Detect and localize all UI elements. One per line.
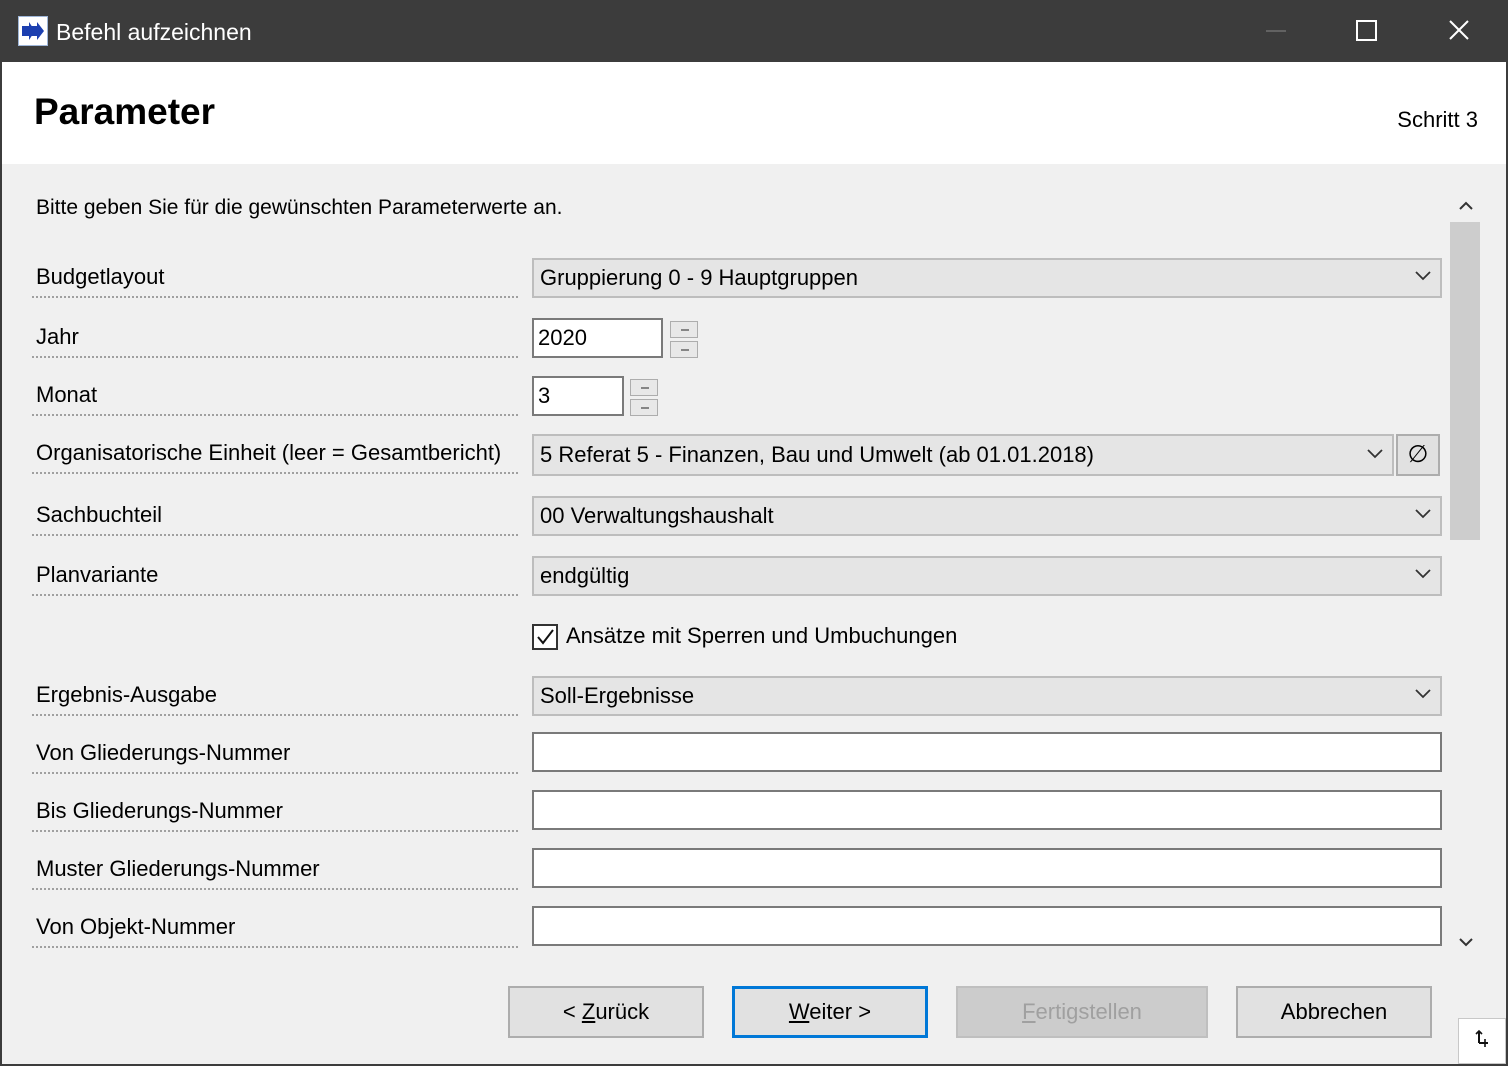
maximize-button[interactable] <box>1320 0 1412 62</box>
von-objekt-label: Von Objekt-Nummer <box>32 908 518 948</box>
next-button[interactable]: Weiter > <box>732 986 928 1038</box>
scroll-down-button[interactable] <box>1450 926 1482 960</box>
org-einheit-clear-button[interactable]: ∅ <box>1396 434 1440 476</box>
pin-icon <box>1475 1029 1488 1047</box>
close-button[interactable] <box>1412 0 1504 62</box>
ansaetze-checkbox[interactable] <box>532 624 558 650</box>
monat-label: Monat <box>32 376 518 416</box>
scrollbar-thumb[interactable] <box>1450 222 1480 540</box>
ansaetze-checkbox-label[interactable]: Ansätze mit Sperren und Umbuchungen <box>566 622 957 650</box>
title-bar: Befehl aufzeichnen <box>0 0 1508 62</box>
window-border-left <box>0 62 2 1066</box>
jahr-spin-down[interactable] <box>670 341 698 358</box>
planvariante-dropdown[interactable]: endgültig <box>532 556 1442 596</box>
budgetlayout-label: Budgetlayout <box>32 258 518 298</box>
monat-spin-down[interactable] <box>630 399 658 416</box>
von-gliederung-input[interactable] <box>532 732 1442 772</box>
chevron-down-icon <box>1415 271 1431 281</box>
maximize-icon <box>1356 20 1377 41</box>
chevron-down-icon <box>1459 938 1473 947</box>
window-title: Befehl aufzeichnen <box>56 19 252 45</box>
org-einheit-label: Organisatorische Einheit (leer = Gesamtb… <box>32 434 518 474</box>
arrow-down-icon <box>641 407 649 409</box>
ergebnis-ausgabe-dropdown[interactable]: Soll-Ergebnisse <box>532 676 1442 716</box>
ergebnis-ausgabe-value: Soll-Ergebnisse <box>540 683 695 708</box>
checkmark-icon <box>537 629 554 645</box>
wizard-header: Parameter Schritt 3 <box>2 62 1506 164</box>
chevron-up-icon <box>1459 201 1473 210</box>
arrow-down-icon <box>681 349 689 351</box>
von-gliederung-label: Von Gliederungs-Nummer <box>32 734 518 774</box>
minimize-button[interactable] <box>1228 0 1320 62</box>
budgetlayout-value: Gruppierung 0 - 9 Hauptgruppen <box>540 265 858 290</box>
bis-gliederung-label: Bis Gliederungs-Nummer <box>32 792 518 832</box>
chevron-down-icon <box>1415 689 1431 699</box>
finish-button-label: Fertigstellen <box>1022 999 1142 1024</box>
jahr-spin-up[interactable] <box>670 321 698 338</box>
jahr-input[interactable]: 2020 <box>532 318 663 358</box>
instruction-text: Bitte geben Sie für die gewünschten Para… <box>36 196 563 219</box>
back-button-label: < Zurück <box>562 999 650 1024</box>
app-arrow-icon <box>18 16 48 46</box>
monat-spin-up[interactable] <box>630 379 658 396</box>
org-einheit-dropdown[interactable]: 5 Referat 5 - Finanzen, Bau und Umwelt (… <box>532 434 1394 476</box>
arrow-up-icon <box>641 387 649 389</box>
next-button-label: Weiter > <box>788 999 872 1024</box>
von-objekt-input[interactable] <box>532 906 1442 946</box>
page-title: Parameter <box>34 91 216 132</box>
resize-grip[interactable] <box>1458 1018 1506 1064</box>
arrow-up-icon <box>681 329 689 331</box>
chevron-down-icon <box>1367 449 1383 459</box>
chevron-down-icon <box>1415 509 1431 519</box>
step-indicator: Schritt 3 <box>1397 107 1478 132</box>
finish-button[interactable]: Fertigstellen <box>956 986 1208 1038</box>
ergebnis-ausgabe-label: Ergebnis-Ausgabe <box>32 676 518 716</box>
muster-gliederung-label: Muster Gliederungs-Nummer <box>32 850 518 890</box>
chevron-down-icon <box>1415 569 1431 579</box>
bis-gliederung-input[interactable] <box>532 790 1442 830</box>
muster-gliederung-input[interactable] <box>532 848 1442 888</box>
planvariante-value: endgültig <box>540 563 630 588</box>
budgetlayout-dropdown[interactable]: Gruppierung 0 - 9 Hauptgruppen <box>532 258 1442 298</box>
scroll-up-button[interactable] <box>1450 190 1482 224</box>
planvariante-label: Planvariante <box>32 556 518 596</box>
sachbuchteil-dropdown[interactable]: 00 Verwaltungshaushalt <box>532 496 1442 536</box>
jahr-label: Jahr <box>32 318 518 358</box>
sachbuchteil-label: Sachbuchteil <box>32 496 518 536</box>
minimize-icon <box>1266 30 1286 32</box>
monat-input[interactable]: 3 <box>532 376 624 416</box>
cancel-button[interactable]: Abbrechen <box>1236 986 1432 1038</box>
back-button[interactable]: < Zurück <box>508 986 704 1038</box>
org-einheit-value: 5 Referat 5 - Finanzen, Bau und Umwelt (… <box>540 442 1094 467</box>
close-icon <box>1449 20 1469 40</box>
sachbuchteil-value: 00 Verwaltungshaushalt <box>540 503 774 528</box>
